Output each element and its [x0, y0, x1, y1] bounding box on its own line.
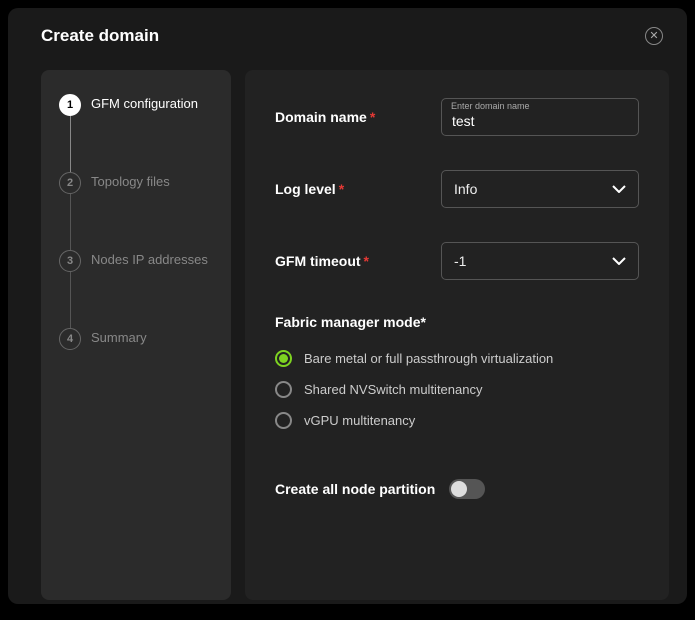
step-summary[interactable]: 4 Summary — [59, 328, 213, 350]
radio-icon — [275, 350, 292, 367]
step-label: Nodes IP addresses — [91, 250, 208, 269]
select-value: Info — [454, 181, 477, 197]
step-nodes-ip[interactable]: 3 Nodes IP addresses — [59, 250, 213, 272]
step-number: 3 — [59, 250, 81, 272]
required-asterisk: * — [339, 181, 344, 197]
create-domain-modal: Create domain ✕ 1 GFM configuration 2 To… — [8, 8, 687, 604]
input-wrap: Enter domain name — [441, 98, 639, 136]
required-asterisk: * — [421, 314, 426, 330]
field-label: GFM timeout* — [275, 253, 369, 269]
field-log-level: Log level* Info — [275, 170, 639, 208]
radio-label: Bare metal or full passthrough virtualiz… — [304, 351, 553, 366]
radio-label: vGPU multitenancy — [304, 413, 415, 428]
step-number: 4 — [59, 328, 81, 350]
field-label: Domain name* — [275, 109, 375, 125]
label-text: Domain name — [275, 109, 367, 125]
radio-vgpu[interactable]: vGPU multitenancy — [275, 412, 639, 429]
step-label: GFM configuration — [91, 94, 198, 113]
label-text: Fabric manager mode — [275, 314, 421, 330]
log-level-select[interactable]: Info — [441, 170, 639, 208]
radio-label: Shared NVSwitch multitenancy — [304, 382, 482, 397]
create-all-node-partition-toggle[interactable] — [449, 479, 485, 499]
close-button[interactable]: ✕ — [645, 27, 663, 45]
field-gfm-timeout: GFM timeout* -1 — [275, 242, 639, 280]
modal-title: Create domain — [41, 26, 159, 46]
field-domain-name: Domain name* Enter domain name — [275, 98, 639, 136]
step-connector — [70, 272, 71, 328]
close-icon: ✕ — [649, 31, 658, 42]
step-number: 1 — [59, 94, 81, 116]
field-create-all-node-partition: Create all node partition — [275, 479, 639, 499]
radio-bare-metal[interactable]: Bare metal or full passthrough virtualiz… — [275, 350, 639, 367]
field-label: Log level* — [275, 181, 344, 197]
select-value: -1 — [454, 253, 466, 269]
step-gfm-configuration[interactable]: 1 GFM configuration — [59, 94, 213, 116]
fabric-mode-radio-group: Bare metal or full passthrough virtualiz… — [275, 350, 639, 429]
gfm-timeout-select[interactable]: -1 — [441, 242, 639, 280]
step-label: Topology files — [91, 172, 170, 191]
wizard-stepper: 1 GFM configuration 2 Topology files 3 N… — [41, 70, 231, 600]
required-asterisk: * — [370, 109, 375, 125]
step-topology-files[interactable]: 2 Topology files — [59, 172, 213, 194]
chevron-down-icon — [612, 257, 626, 265]
step-number: 2 — [59, 172, 81, 194]
radio-dot — [279, 354, 288, 363]
domain-name-input[interactable] — [441, 98, 639, 136]
toggle-label: Create all node partition — [275, 481, 435, 497]
radio-icon — [275, 412, 292, 429]
modal-body: 1 GFM configuration 2 Topology files 3 N… — [8, 56, 687, 600]
fabric-mode-label: Fabric manager mode* — [275, 314, 639, 330]
step-label: Summary — [91, 328, 147, 347]
label-text: Log level — [275, 181, 336, 197]
toggle-knob — [451, 481, 467, 497]
modal-header: Create domain ✕ — [8, 8, 687, 56]
step-connector — [70, 194, 71, 250]
form-panel: Domain name* Enter domain name Log level… — [245, 70, 669, 600]
radio-icon — [275, 381, 292, 398]
label-text: GFM timeout — [275, 253, 361, 269]
radio-shared-nvswitch[interactable]: Shared NVSwitch multitenancy — [275, 381, 639, 398]
step-connector — [70, 116, 71, 172]
required-asterisk: * — [364, 253, 369, 269]
chevron-down-icon — [612, 185, 626, 193]
